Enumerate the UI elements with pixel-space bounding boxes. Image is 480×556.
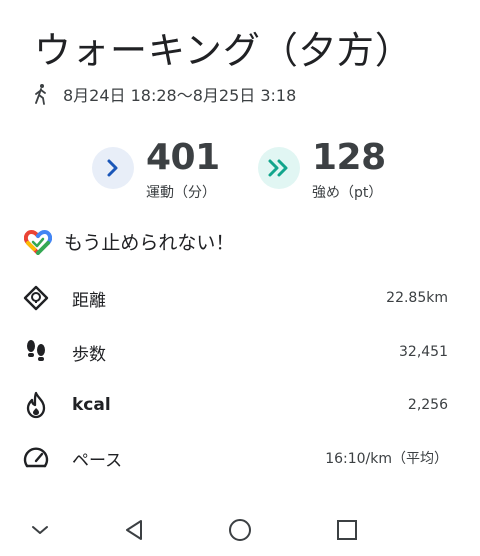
chevron-right-icon (107, 159, 118, 177)
stat-label: 歩数 (72, 344, 106, 365)
page-title: ウォーキング（夕方） (34, 29, 413, 72)
walking-person-icon (35, 84, 46, 105)
system-navigation-bar (0, 505, 480, 556)
stat-label: kcal (72, 395, 111, 415)
home-circle-icon[interactable] (227, 517, 253, 543)
heart-points-label: 強め（pt） (312, 185, 383, 201)
stat-row-pace: ペース 16:10/km（平均） (0, 442, 480, 474)
move-minutes-value: 401 (146, 137, 220, 178)
motivation-text: もう止められない！ (64, 232, 235, 254)
stat-row-calories: kcal 2,256 (0, 389, 480, 421)
stat-value: 16:10/km（平均） (325, 451, 448, 467)
collapse-chevron-icon[interactable] (27, 517, 53, 543)
speedometer-icon (22, 444, 50, 472)
move-minutes-metric: 401 運動（分） (92, 138, 220, 202)
stat-value: 22.85km (386, 290, 448, 306)
stat-label: 距離 (72, 290, 106, 311)
move-minutes-label: 運動（分） (146, 185, 216, 201)
heart-points-badge (258, 147, 300, 189)
stat-value: 32,451 (399, 344, 448, 360)
stat-row-steps: 歩数 32,451 (0, 336, 480, 368)
recents-square-icon[interactable] (334, 517, 360, 543)
google-fit-heart-icon (24, 229, 52, 255)
stat-value: 2,256 (407, 397, 448, 413)
heart-points-value: 128 (312, 137, 386, 178)
diamond-route-icon (22, 284, 50, 312)
stat-row-distance: 距離 22.85km (0, 282, 480, 314)
back-triangle-icon[interactable] (121, 517, 147, 543)
stat-label: ペース (72, 450, 123, 471)
motivation-message: もう止められない！ (24, 228, 234, 255)
move-minutes-badge (92, 147, 134, 189)
date-range: 8月24日 18:28〜8月25日 3:18 (63, 86, 297, 105)
flame-icon (22, 391, 50, 419)
double-chevron-right-icon (268, 159, 288, 177)
heart-points-metric: 128 強め（pt） (258, 138, 386, 202)
footprints-icon (22, 338, 50, 366)
session-time: 8月24日 18:28〜8月25日 3:18 (32, 82, 296, 106)
